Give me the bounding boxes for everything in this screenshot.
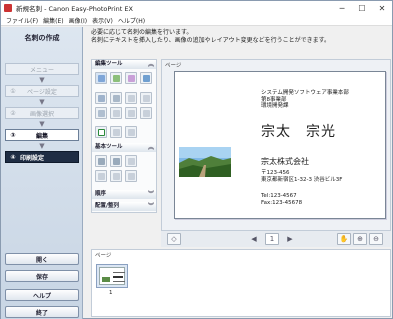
page-view-label: ページ bbox=[165, 63, 182, 69]
title-bar: 新規名刺 - Canon Easy-PhotoPrint EX ─ ☐ ✕ bbox=[1, 1, 392, 15]
panel-heading: 名刺の作成 bbox=[24, 34, 60, 42]
company-name: 宗太株式会社 bbox=[261, 157, 309, 166]
step-print-settings[interactable]: ④ 印刷設定 bbox=[5, 151, 79, 163]
frame-icon[interactable] bbox=[125, 72, 137, 84]
expand-icon: ︾ bbox=[147, 191, 154, 198]
landscape-photo[interactable] bbox=[179, 147, 231, 177]
maximize-button[interactable]: ☐ bbox=[352, 1, 372, 15]
person-name: 宗太 宗光 bbox=[261, 124, 336, 140]
rotate-icon[interactable] bbox=[95, 107, 107, 119]
filter-icon[interactable] bbox=[125, 107, 137, 119]
step-menu[interactable]: メニュー bbox=[5, 63, 79, 75]
shape-icon[interactable] bbox=[125, 126, 137, 138]
step-edit[interactable]: ③ 編集 bbox=[5, 129, 79, 141]
page-number-field[interactable]: 1 bbox=[265, 233, 279, 245]
arrange-header[interactable]: 配置/整列 ︾ bbox=[92, 202, 156, 211]
insert-image-icon[interactable] bbox=[95, 72, 107, 84]
order-header[interactable]: 順序 ︾ bbox=[92, 190, 156, 199]
undo-icon[interactable] bbox=[95, 155, 107, 167]
thumbnail-strip: ページ 1 bbox=[91, 249, 391, 317]
thumbnail-number: 1 bbox=[109, 290, 113, 296]
image-edit-icon[interactable] bbox=[125, 92, 137, 104]
effect-icon[interactable] bbox=[140, 107, 152, 119]
text-box-icon[interactable] bbox=[110, 126, 122, 138]
save-button[interactable]: 保存 bbox=[5, 270, 79, 282]
down-arrow-icon: ▼ bbox=[39, 120, 45, 128]
crop-icon[interactable] bbox=[110, 92, 122, 104]
layout-toggle-icon[interactable]: ◇ bbox=[167, 233, 181, 245]
expand-icon: ︾ bbox=[147, 203, 154, 210]
app-icon bbox=[4, 4, 12, 12]
menu-image[interactable]: 画像(I) bbox=[69, 16, 87, 25]
zoom-out-icon[interactable]: ⊖ bbox=[369, 233, 383, 245]
delete-icon[interactable] bbox=[125, 155, 137, 167]
basic-tools-header[interactable]: 基本ツール ︽ bbox=[92, 143, 156, 152]
cut-icon[interactable] bbox=[95, 170, 107, 182]
redo-icon[interactable] bbox=[110, 155, 122, 167]
text-icon[interactable] bbox=[95, 126, 107, 138]
step-page-setup[interactable]: ① ページ設定 bbox=[5, 85, 79, 97]
business-card[interactable]: システム開発ソフトウェア事業本部 第8事業部 環境開発課 宗太 宗光 宗太株式会… bbox=[174, 71, 386, 219]
background-icon[interactable] bbox=[140, 72, 152, 84]
page-view: ページ システム開発ソフトウェア事業本部 第8事業部 環境開発課 宗太 宗光 宗… bbox=[161, 59, 391, 247]
left-guide-panel: 名刺の作成 メニュー ▼ ① ページ設定 ▼ ② 画像選択 ▼ ③ 編集 ▼ ④ 印刷設… bbox=[1, 27, 83, 319]
menu-edit[interactable]: 編集(E) bbox=[43, 16, 63, 25]
edit-tools-header[interactable]: 編集ツール ︽ bbox=[92, 60, 156, 69]
flip-icon[interactable] bbox=[110, 107, 122, 119]
app-window: 新規名刺 - Canon Easy-PhotoPrint EX ─ ☐ ✕ ファ… bbox=[0, 0, 393, 319]
layout-icon[interactable] bbox=[95, 92, 107, 104]
contact-block: Tel:123-4567 Fax:123-45678 bbox=[261, 193, 303, 206]
paste-icon[interactable] bbox=[125, 170, 137, 182]
hand-tool-icon[interactable]: ✋ bbox=[337, 233, 351, 245]
page-navigation-bar: ◇ ◀ 1 ▶ ✋ ⊕ ⊖ bbox=[161, 230, 391, 247]
thumbnail-strip-label: ページ bbox=[95, 253, 112, 259]
address-block: 〒123-456 東京都新宿区1-32-3 渋谷ビル3F bbox=[261, 170, 343, 183]
menu-file[interactable]: ファイル(F) bbox=[6, 16, 38, 25]
instructions: 必要に応じて名刺の編集を行います。 名刺にテキストを挿入したり、画像の追加やレイ… bbox=[91, 29, 330, 44]
help-button[interactable]: ヘルプ bbox=[5, 289, 79, 301]
department-block: システム開発ソフトウェア事業本部 第8事業部 環境開発課 bbox=[261, 90, 349, 109]
page-thumbnail[interactable] bbox=[96, 264, 128, 288]
prev-page-icon[interactable]: ◀ bbox=[247, 233, 261, 245]
step-image-select[interactable]: ② 画像選択 bbox=[5, 107, 79, 119]
minimize-button[interactable]: ─ bbox=[332, 1, 352, 15]
clipart-icon[interactable] bbox=[110, 72, 122, 84]
exit-button[interactable]: 終了 bbox=[5, 306, 79, 318]
collapse-icon: ︽ bbox=[147, 144, 154, 151]
close-button[interactable]: ✕ bbox=[372, 1, 392, 15]
correct-icon[interactable] bbox=[140, 92, 152, 104]
collapse-icon: ︽ bbox=[147, 61, 154, 68]
copy-icon[interactable] bbox=[110, 170, 122, 182]
menu-help[interactable]: ヘルプ(H) bbox=[118, 16, 145, 25]
menu-bar: ファイル(F) 編集(E) 画像(I) 表示(V) ヘルプ(H) bbox=[1, 15, 392, 26]
menu-view[interactable]: 表示(V) bbox=[92, 16, 113, 25]
down-arrow-icon: ▼ bbox=[39, 76, 45, 84]
tools-panel: 編集ツール ︽ 基本ツール ︽ 順序 ︾ 配置/整列 ︾ bbox=[91, 59, 157, 213]
zoom-in-icon[interactable]: ⊕ bbox=[353, 233, 367, 245]
next-page-icon[interactable]: ▶ bbox=[283, 233, 297, 245]
window-title: 新規名刺 - Canon Easy-PhotoPrint EX bbox=[16, 5, 133, 13]
down-arrow-icon: ▼ bbox=[39, 142, 45, 150]
down-arrow-icon: ▼ bbox=[39, 98, 45, 106]
open-button[interactable]: 開く bbox=[5, 253, 79, 265]
